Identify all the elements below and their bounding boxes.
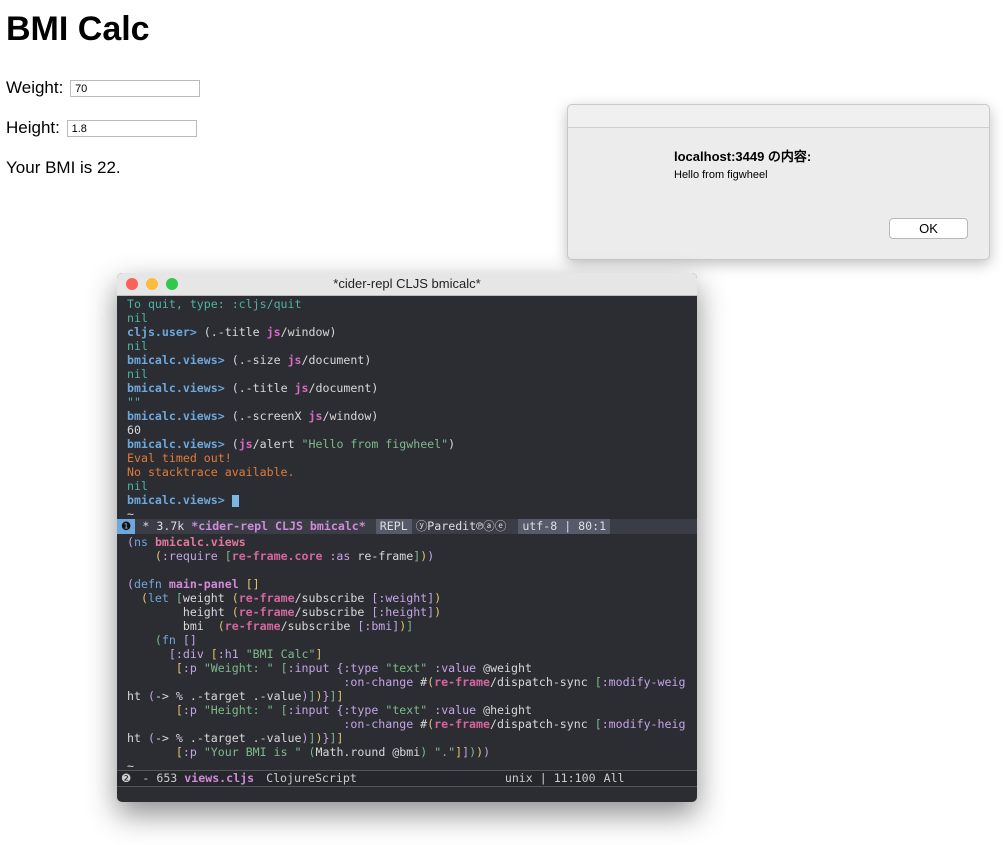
emacs-window: *cider-repl CLJS bmicalc* To quit, type:… [117,273,697,802]
height-input[interactable] [66,120,197,138]
encoding-position: unix | 11:100 [504,771,596,785]
height-row: Height: [6,118,197,138]
buffer-position: All [603,771,625,785]
encoding-position: utf-8 | 80:1 [518,519,611,534]
alert-dialog: localhost:3449 の内容: Hello from figwheel … [567,104,990,260]
ok-button[interactable]: OK [889,218,968,239]
repl-modeline: ❶ * 3.7k *cider-repl CLJS bmicalc* REPL ⓨP… [117,519,697,534]
weight-label: Weight: [6,78,64,97]
bmi-result: Your BMI is 22. [6,158,121,177]
window-number: ❶ [117,519,136,534]
alert-titlebar [568,105,989,128]
alert-message: Hello from figwheel [674,169,768,181]
height-label: Height: [6,118,60,137]
window-number: ❷ [121,771,132,785]
alert-title: localhost:3449 の内容: [674,149,812,164]
buffer-info: - 653 [135,771,185,785]
major-mode: ClojureScript [266,771,357,785]
major-mode: REPL [375,519,412,534]
buffer-name: views.cljs [184,771,255,785]
window-titlebar: *cider-repl CLJS bmicalc* [117,273,697,296]
weight-input[interactable] [70,80,201,98]
repl-buffer[interactable]: To quit, type: :cljs/quit nil cljs.user>… [127,297,455,521]
source-buffer[interactable]: (ns bmicalc.views (:require [re-frame.co… [127,535,685,773]
buffer-name: *cider-repl CLJS bmicalc* [191,519,366,533]
weight-row: Weight: [6,78,201,98]
source-modeline: ❷ - 653 views.cljs ClojureScript unix | 11… [117,770,697,787]
text-cursor [231,494,239,507]
minor-modes: ⓨParedit℗ⓐⓔ [415,519,507,533]
buffer-info: * 3.7k [135,519,192,533]
page-title: BMI Calc [6,10,150,48]
window-title: *cider-repl CLJS bmicalc* [333,276,481,291]
